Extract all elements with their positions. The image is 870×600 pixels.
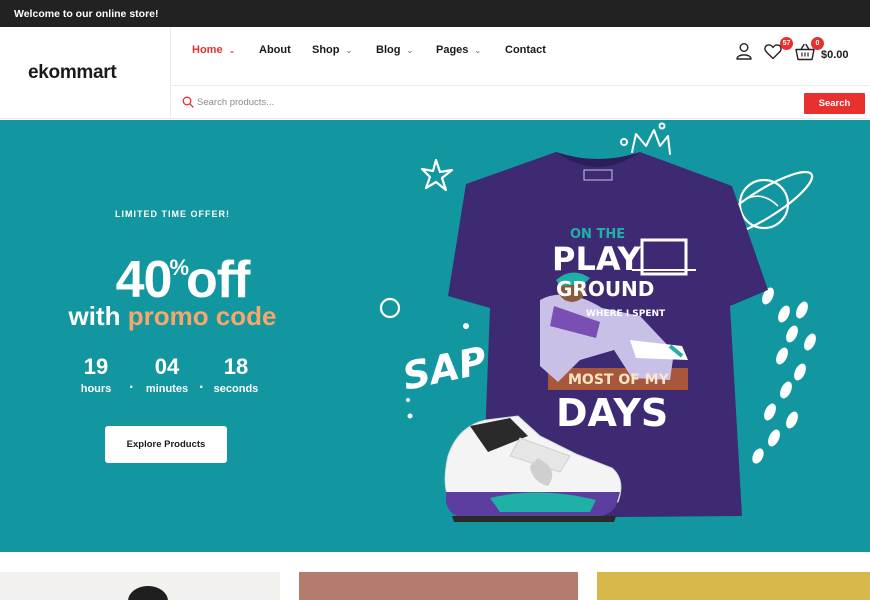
countdown-timer: 19 hours . 04 minutes . 18 seconds xyxy=(68,353,278,403)
nav-item-blog[interactable]: Blog ⌄ xyxy=(376,44,413,56)
countdown-minutes: 04 minutes xyxy=(139,353,195,395)
user-icon[interactable] xyxy=(735,42,753,60)
nav-item-contact[interactable]: Contact xyxy=(505,44,546,56)
search-icon xyxy=(182,96,194,108)
chevron-down-icon: ⌄ xyxy=(345,45,353,55)
site-header: ekommart Home ⌄ About Shop ⌄ Blog ⌄ Page… xyxy=(0,27,870,119)
topbar: Welcome to our online store! xyxy=(0,0,870,27)
nav-label-blog: Blog xyxy=(376,44,401,56)
shirt-text-line5: MOST OF MY xyxy=(568,372,670,388)
countdown-seconds-value: 18 xyxy=(223,354,249,379)
countdown-seconds-label: seconds xyxy=(213,383,259,395)
shirt-text-line4: WHERE I SPENT xyxy=(586,309,666,319)
wishlist-count-badge: 57 xyxy=(780,37,793,50)
shirt-text-line2: PLAY xyxy=(552,240,642,278)
shirt-text-line3: GROUND xyxy=(556,277,654,301)
countdown-seconds: 18 seconds xyxy=(208,353,264,395)
nav-item-shop[interactable]: Shop ⌄ xyxy=(312,44,352,56)
logo-area: ekommart xyxy=(0,27,171,119)
sap-doodle: SAP xyxy=(399,338,491,399)
site-logo[interactable]: ekommart xyxy=(28,62,117,84)
explore-products-button[interactable]: Explore Products xyxy=(105,426,227,463)
countdown-hours: 19 hours xyxy=(68,353,124,395)
hero-product-image: SAP ON THE PLAY GROUND WHERE I SPENT MOS… xyxy=(379,122,816,522)
star-doodle-icon xyxy=(420,158,454,192)
countdown-separator: . xyxy=(199,375,204,392)
hero-banner: LIMITED TIME OFFER! 40%off with promo co… xyxy=(0,120,870,552)
countdown-separator: . xyxy=(129,375,134,392)
search-input[interactable] xyxy=(197,93,777,112)
countdown-minutes-label: minutes xyxy=(145,383,189,395)
nav-label-pages: Pages xyxy=(436,44,469,56)
promo-line: with promo code xyxy=(0,300,345,332)
countdown-hours-label: hours xyxy=(80,383,112,395)
category-tile[interactable] xyxy=(597,572,870,600)
sap-doodle-text: SAP xyxy=(399,338,491,399)
wave-doodle xyxy=(752,287,816,464)
search-bar xyxy=(171,86,870,119)
nav-label-shop: Shop xyxy=(312,44,340,56)
promo-prefix: with xyxy=(68,301,128,331)
heart-icon[interactable] xyxy=(764,43,782,60)
countdown-hours-value: 19 xyxy=(83,354,109,379)
nav-label-contact: Contact xyxy=(505,44,546,56)
nav-item-about[interactable]: About xyxy=(259,44,291,56)
promo-highlight: promo code xyxy=(127,301,277,331)
search-button[interactable]: Search xyxy=(804,93,865,114)
crown-doodle-icon xyxy=(620,122,671,155)
offer-tag: LIMITED TIME OFFER! xyxy=(115,209,230,219)
nav-label-home: Home xyxy=(192,44,223,56)
shirt-text-line6: DAYS xyxy=(556,391,668,435)
chevron-down-icon: ⌄ xyxy=(406,45,414,55)
nav-label-about: About xyxy=(259,44,291,56)
chevron-down-icon: ⌄ xyxy=(474,45,482,55)
nav-item-home[interactable]: Home ⌄ xyxy=(192,44,235,56)
cart-total[interactable]: $0.00 xyxy=(821,49,849,61)
chevron-down-icon: ⌄ xyxy=(228,45,236,55)
nav-item-pages[interactable]: Pages ⌄ xyxy=(436,44,481,56)
category-tile[interactable] xyxy=(299,572,578,600)
countdown-minutes-value: 04 xyxy=(154,354,180,379)
welcome-text: Welcome to our online store! xyxy=(14,7,159,20)
